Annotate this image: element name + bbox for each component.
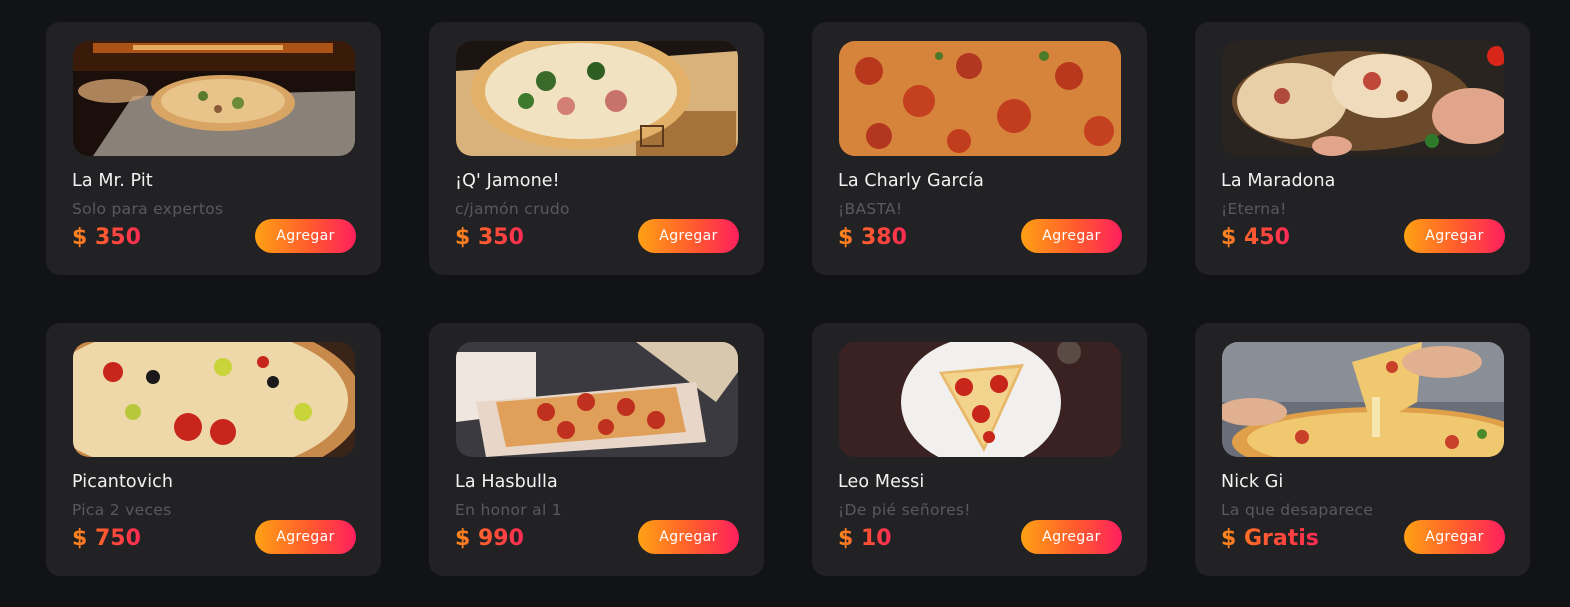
add-to-cart-button[interactable]: Agregar	[255, 520, 356, 554]
add-to-cart-button[interactable]: Agregar	[1021, 520, 1122, 554]
add-to-cart-button[interactable]: Agregar	[638, 520, 739, 554]
product-name: Leo Messi	[838, 472, 925, 492]
product-price: $ Gratis	[1221, 526, 1319, 551]
product-description: Solo para expertos	[72, 200, 224, 218]
add-to-cart-button[interactable]: Agregar	[1404, 520, 1505, 554]
product-description: En honor al 1	[455, 501, 562, 519]
product-price: $ 350	[455, 225, 524, 250]
product-card: La Charly García ¡BASTA! $ 380 Agregar	[812, 22, 1147, 275]
product-description: ¡Eterna!	[1221, 200, 1287, 218]
product-card: La Hasbulla En honor al 1 $ 990 Agregar	[429, 323, 764, 576]
add-to-cart-button[interactable]: Agregar	[1404, 219, 1505, 253]
product-card: Leo Messi ¡De pié señores! $ 10 Agregar	[812, 323, 1147, 576]
product-photo	[1222, 342, 1504, 457]
product-description: ¡De pié señores!	[838, 501, 971, 519]
product-photo	[1222, 41, 1504, 156]
product-price: $ 750	[72, 526, 141, 551]
product-name: Picantovich	[72, 472, 174, 492]
product-name: La Maradona	[1221, 171, 1336, 191]
add-to-cart-button[interactable]: Agregar	[255, 219, 356, 253]
product-card: La Mr. Pit Solo para expertos $ 350 Agre…	[46, 22, 381, 275]
product-card: ¡Q' Jamone! c/jamón crudo $ 350 Agregar	[429, 22, 764, 275]
add-to-cart-button[interactable]: Agregar	[638, 219, 739, 253]
product-photo	[456, 342, 738, 457]
product-price: $ 450	[1221, 225, 1290, 250]
add-to-cart-button[interactable]: Agregar	[1021, 219, 1122, 253]
product-description: c/jamón crudo	[455, 200, 570, 218]
product-photo	[456, 41, 738, 156]
product-name: La Charly García	[838, 171, 984, 191]
product-card: La Maradona ¡Eterna! $ 450 Agregar	[1195, 22, 1530, 275]
product-photo	[839, 342, 1121, 457]
product-name: Nick Gi	[1221, 472, 1284, 492]
product-price: $ 10	[838, 526, 892, 551]
product-name: ¡Q' Jamone!	[455, 171, 560, 191]
product-grid: La Mr. Pit Solo para expertos $ 350 Agre…	[46, 22, 1530, 576]
product-price: $ 990	[455, 526, 524, 551]
product-name: La Mr. Pit	[72, 171, 153, 191]
product-card: Nick Gi La que desaparece $ Gratis Agreg…	[1195, 323, 1530, 576]
product-photo	[839, 41, 1121, 156]
product-price: $ 350	[72, 225, 141, 250]
product-name: La Hasbulla	[455, 472, 558, 492]
product-price: $ 380	[838, 225, 907, 250]
product-photo	[73, 41, 355, 156]
product-description: Pica 2 veces	[72, 501, 172, 519]
product-photo	[73, 342, 355, 457]
product-description: ¡BASTA!	[838, 200, 903, 218]
product-description: La que desaparece	[1221, 501, 1374, 519]
product-card: Picantovich Pica 2 veces $ 750 Agregar	[46, 323, 381, 576]
